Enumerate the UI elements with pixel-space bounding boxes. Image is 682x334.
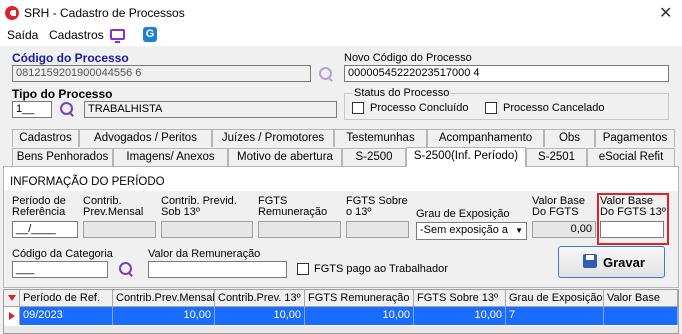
periodo-referencia-label: Período de Referência [12, 195, 66, 218]
tab-esocial-refit[interactable]: eSocial Refit [587, 148, 675, 166]
processo-cancelado-checkbox[interactable] [485, 102, 497, 114]
highlight-box [597, 193, 669, 245]
fgts-sobre-13-label: FGTS Sobre o 13º [346, 195, 408, 218]
tab-advogados-peritos[interactable]: Advogados / Peritos [79, 129, 212, 147]
grau-exposicao-select[interactable]: -Sem exposição a ▼ [416, 222, 527, 240]
tipo-processo-label: Tipo do Processo [12, 87, 113, 101]
status-group-title: Status do Processo [352, 87, 452, 99]
sort-indicator-icon [8, 295, 16, 301]
tab-acompanhamento[interactable]: Acompanhamento [427, 129, 544, 147]
panel-header: INFORMAÇÃO DO PERÍODO [10, 176, 165, 188]
grid-cell-contrib-mensal[interactable]: 10,00 [113, 307, 215, 325]
gravar-label: Gravar [603, 255, 645, 270]
fgts-sobre-13-field [346, 221, 409, 238]
grid-cell-fgts-rem[interactable]: 10,00 [305, 307, 414, 325]
fgts-remuneracao-field [258, 221, 341, 238]
tab-pagamentos[interactable]: Pagamentos [595, 129, 675, 147]
window-title: SRH - Cadastro de Processos [24, 6, 185, 20]
valor-remuneracao-field[interactable] [148, 261, 287, 278]
monitor-icon[interactable] [110, 29, 125, 43]
close-icon[interactable]: ✕ [659, 3, 672, 23]
codigo-categoria-field[interactable]: ___ [12, 261, 108, 278]
fgts-pago-checkbox[interactable] [297, 263, 309, 275]
tab-motivo-abertura[interactable]: Motivo de abertura [228, 148, 342, 166]
processo-cancelado-label: Processo Cancelado [503, 102, 605, 114]
valor-base-fgts-label: Valor Base Do FGTS [532, 195, 585, 218]
grid-cell-contrib-13[interactable]: 10,00 [215, 307, 305, 325]
tipo-processo-code[interactable]: 1__ [12, 101, 52, 118]
grid-header-periodo[interactable]: Período de Ref. [20, 290, 113, 307]
chevron-down-icon: ▼ [515, 226, 523, 235]
tab-s2500-inf-periodo[interactable]: S-2500(Inf. Período) [406, 147, 526, 167]
tab-bens-penhorados[interactable]: Bens Penhorados [12, 148, 113, 166]
contrib-prev-mensal-field [83, 221, 156, 238]
contrib-prev-13-label: Contrib. Previd. Sob 13º [161, 195, 237, 218]
periodo-referencia-field[interactable]: __/____ [12, 221, 78, 238]
grid-header-fgts-rem[interactable]: FGTS Remuneração [305, 290, 414, 307]
tab-juizes-promotores[interactable]: Juízes / Promotores [212, 129, 334, 147]
tab-s2500[interactable]: S-2500 [342, 148, 406, 166]
search-icon[interactable] [59, 101, 75, 117]
tab-obs[interactable]: Obs [544, 129, 595, 147]
horizontal-scrollbar[interactable] [4, 326, 678, 333]
novo-codigo-label: Novo Código do Processo [344, 52, 472, 64]
g-app-icon[interactable]: G [143, 27, 157, 42]
valor-remuneracao-label: Valor da Remuneração [148, 248, 261, 260]
search-icon[interactable] [318, 66, 334, 82]
tab-testemunhas[interactable]: Testemunhas [334, 129, 427, 147]
grid-header-contrib-mensal[interactable]: Contrib.Prev.Mensal [113, 290, 215, 307]
grid-header-contrib-13[interactable]: Contrib.Prev. 13º [215, 290, 305, 307]
tab-s2501[interactable]: S-2501 [526, 148, 587, 166]
tab-cadastros[interactable]: Cadastros [12, 129, 79, 147]
processo-concluido-checkbox[interactable] [352, 102, 364, 114]
tab-imagens-anexos[interactable]: Imagens/ Anexos [113, 148, 228, 166]
search-icon[interactable] [118, 261, 134, 277]
fgts-remuneracao-label: FGTS Remuneração [258, 195, 328, 218]
grau-exposicao-label: Grau de Exposição [416, 208, 510, 220]
contrib-prev-mensal-label: Contrib. Prev.Mensal [83, 195, 144, 218]
grid-header-fgts-13[interactable]: FGTS Sobre 13º [414, 290, 506, 307]
processo-concluido-label: Processo Concluído [370, 102, 469, 114]
grid-cell-valor-base[interactable] [604, 307, 678, 325]
novo-codigo-field[interactable]: 00000545222023517000 4 [344, 65, 669, 82]
grid-cell-fgts-13[interactable]: 10,00 [414, 307, 506, 325]
codigo-categoria-label: Código da Categoria [12, 248, 113, 260]
current-row-icon [9, 312, 15, 320]
menu-saida[interactable]: Saída [7, 28, 38, 42]
grid-cell-periodo[interactable]: 09/2023 [20, 307, 113, 325]
app-logo-icon [5, 6, 19, 20]
grid-header-grau[interactable]: Grau de Exposição [506, 290, 604, 307]
contrib-prev-13-field [161, 221, 253, 238]
menu-cadastros[interactable]: Cadastros [49, 28, 104, 42]
codigo-processo-label: Código do Processo [12, 51, 129, 65]
tipo-processo-desc: TRABALHISTA [84, 101, 337, 118]
valor-base-fgts-field: 0,00 [532, 221, 596, 238]
grid-cell-grau[interactable]: 7 [506, 307, 604, 325]
fgts-pago-label: FGTS pago ao Trabalhador [314, 263, 448, 275]
save-disk-icon [583, 254, 597, 268]
grid-header-valor-base[interactable]: Valor Base [604, 290, 678, 307]
codigo-processo-field[interactable]: 0812159201900044556 6 [12, 65, 311, 82]
